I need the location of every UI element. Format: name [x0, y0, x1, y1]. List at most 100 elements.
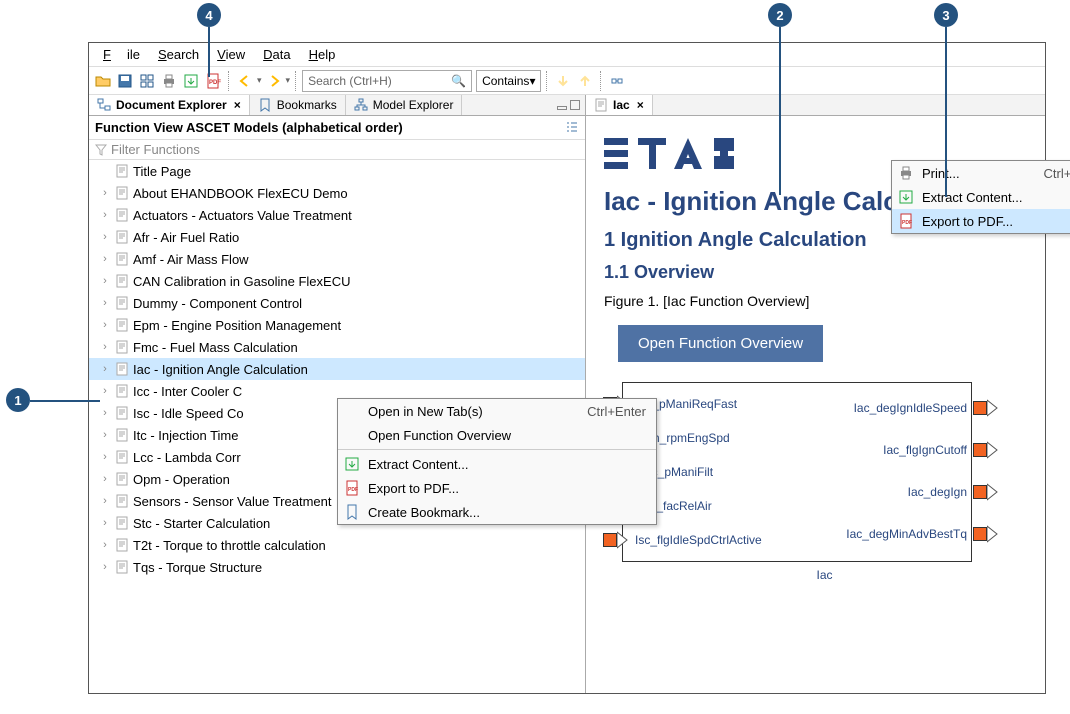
menu-item[interactable]: Extract Content... — [338, 452, 656, 476]
tab-document-explorer[interactable]: Document Explorer × — [89, 95, 250, 115]
tree-item[interactable]: ›Iac - Ignition Angle Calculation — [89, 358, 585, 380]
menu-view[interactable]: View — [209, 45, 253, 64]
expander-icon[interactable]: › — [99, 495, 111, 507]
tree-item[interactable]: ›Dummy - Component Control — [89, 292, 585, 314]
grid-icon[interactable] — [137, 71, 157, 91]
extract-icon — [896, 189, 916, 205]
menu-item[interactable]: Create Bookmark... — [338, 500, 656, 524]
tab-model-explorer[interactable]: Model Explorer — [346, 95, 463, 115]
tree-item[interactable]: ›Actuators - Actuators Value Treatment — [89, 204, 585, 226]
menu-item[interactable]: PDFExport to PDF... — [892, 209, 1070, 233]
expander-icon[interactable]: › — [99, 297, 111, 309]
tree-item[interactable]: ›Fmc - Fuel Mass Calculation — [89, 336, 585, 358]
menu-item[interactable]: Open Function Overview — [338, 423, 656, 447]
expander-icon[interactable]: › — [99, 561, 111, 573]
up-arrow-icon[interactable] — [575, 71, 595, 91]
menu-item[interactable]: PDFExport to PDF... — [338, 476, 656, 500]
open-function-overview-button[interactable]: Open Function Overview — [618, 325, 823, 362]
expander-icon[interactable]: › — [99, 385, 111, 397]
back-icon[interactable] — [235, 71, 255, 91]
expander-icon[interactable]: › — [99, 429, 111, 441]
tree-item[interactable]: Title Page — [89, 160, 585, 182]
pdf-icon[interactable]: PDF — [203, 71, 223, 91]
tree-item[interactable]: ›T2t - Torque to throttle calculation — [89, 534, 585, 556]
port-label: Iac_degIgn — [908, 485, 967, 499]
port-square-icon — [973, 443, 987, 457]
filter-input[interactable]: Filter Functions — [89, 140, 585, 160]
tree-item[interactable]: ›Amf - Air Mass Flow — [89, 248, 585, 270]
callout-4: 4 — [197, 3, 221, 27]
callout-2: 2 — [768, 3, 792, 27]
list-icon[interactable] — [565, 120, 579, 134]
tab-iac[interactable]: Iac × — [586, 95, 653, 115]
toolbar: PDF ▾ ▾ Search (Ctrl+H)🔍 Contains ▾ — [89, 67, 1045, 95]
expander-icon[interactable]: › — [99, 209, 111, 221]
output-port: Iac_degIgnIdleSpeed — [848, 395, 999, 421]
expander-icon[interactable]: › — [99, 341, 111, 353]
menu-item-label: Open in New Tab(s) — [368, 404, 483, 419]
menu-data[interactable]: Data — [255, 45, 298, 64]
tree-item[interactable]: › Tqs - Torque Structure — [89, 556, 585, 578]
tab-bookmarks[interactable]: Bookmarks — [250, 95, 346, 115]
port-square-icon — [973, 401, 987, 415]
maximize-icon[interactable] — [570, 100, 580, 110]
minimize-icon[interactable] — [557, 106, 567, 110]
tree-item[interactable]: ›CAN Calibration in Gasoline FlexECU — [89, 270, 585, 292]
menu-file[interactable]: File — [95, 45, 148, 64]
expander-icon[interactable]: › — [99, 319, 111, 331]
tab-label: Bookmarks — [277, 98, 337, 112]
expander-icon[interactable]: › — [99, 539, 111, 551]
down-arrow-icon[interactable] — [553, 71, 573, 91]
tree-item-label: Tqs - Torque Structure — [133, 560, 262, 575]
open-icon[interactable] — [93, 71, 113, 91]
tree-item-label: Afr - Air Fuel Ratio — [133, 230, 239, 245]
shortcut: Ctrl+P — [1016, 166, 1070, 181]
menu-item[interactable]: Open in New Tab(s)Ctrl+Enter — [338, 399, 656, 423]
search-mode-dropdown[interactable]: Contains ▾ — [476, 70, 541, 92]
figure-caption: Figure 1. [Iac Function Overview] — [604, 293, 1027, 309]
save-icon[interactable] — [115, 71, 135, 91]
extract-icon — [342, 456, 362, 472]
tree-item-label: About EHANDBOOK FlexECU Demo — [133, 186, 348, 201]
filter-icon — [95, 144, 107, 156]
expander-icon[interactable]: › — [99, 187, 111, 199]
output-port: Iac_degMinAdvBestTq — [840, 521, 999, 547]
input-port: Isc_flgIdleSpdCtrlActive — [603, 527, 768, 553]
expander-icon[interactable]: › — [99, 473, 111, 485]
tree-item-label: Isc - Idle Speed Co — [133, 406, 244, 421]
expander-icon[interactable]: › — [99, 253, 111, 265]
right-tabs: Iac × — [586, 95, 1045, 116]
menu-search[interactable]: Search — [150, 45, 207, 64]
port-label: Isc_flgIdleSpdCtrlActive — [635, 533, 762, 547]
search-input[interactable]: Search (Ctrl+H)🔍 — [302, 70, 472, 92]
close-icon[interactable]: × — [637, 98, 644, 112]
forward-icon[interactable] — [264, 71, 284, 91]
close-icon[interactable]: × — [234, 98, 241, 112]
left-tabs: Document Explorer × Bookmarks Model Expl… — [89, 95, 585, 116]
expander-icon[interactable]: › — [99, 231, 111, 243]
tree-item[interactable]: ›Epm - Engine Position Management — [89, 314, 585, 336]
diagram-name: Iac — [622, 568, 1027, 582]
tree-icon — [97, 98, 111, 112]
expander-icon[interactable]: › — [99, 363, 111, 375]
tree-item[interactable]: › Afr - Air Fuel Ratio — [89, 226, 585, 248]
expander-icon[interactable]: › — [99, 275, 111, 287]
menu-item[interactable]: Extract Content... — [892, 185, 1070, 209]
menu-help[interactable]: Help — [301, 45, 344, 64]
link-icon[interactable] — [607, 71, 627, 91]
tab-label: Document Explorer — [116, 98, 227, 112]
tree-item[interactable]: › About EHANDBOOK FlexECU Demo — [89, 182, 585, 204]
expander-icon[interactable]: › — [99, 517, 111, 529]
menu-item[interactable]: Print...Ctrl+P — [892, 161, 1070, 185]
expander-icon[interactable]: › — [99, 407, 111, 419]
svg-text:PDF: PDF — [209, 80, 221, 86]
tree-item-label: Stc - Starter Calculation — [133, 516, 270, 531]
output-port: Iac_degIgn — [902, 479, 999, 505]
expander-icon[interactable]: › — [99, 451, 111, 463]
menubar: File Search View Data Help — [89, 43, 1045, 67]
hierarchy-icon — [354, 98, 368, 112]
block-diagram: T2t_pManiReqFastEpm_rpmEngSpdMpc_pManiFi… — [622, 382, 1027, 582]
tree-item-label: Sensors - Sensor Value Treatment — [133, 494, 331, 509]
print-icon[interactable] — [159, 71, 179, 91]
extract-icon[interactable] — [181, 71, 201, 91]
